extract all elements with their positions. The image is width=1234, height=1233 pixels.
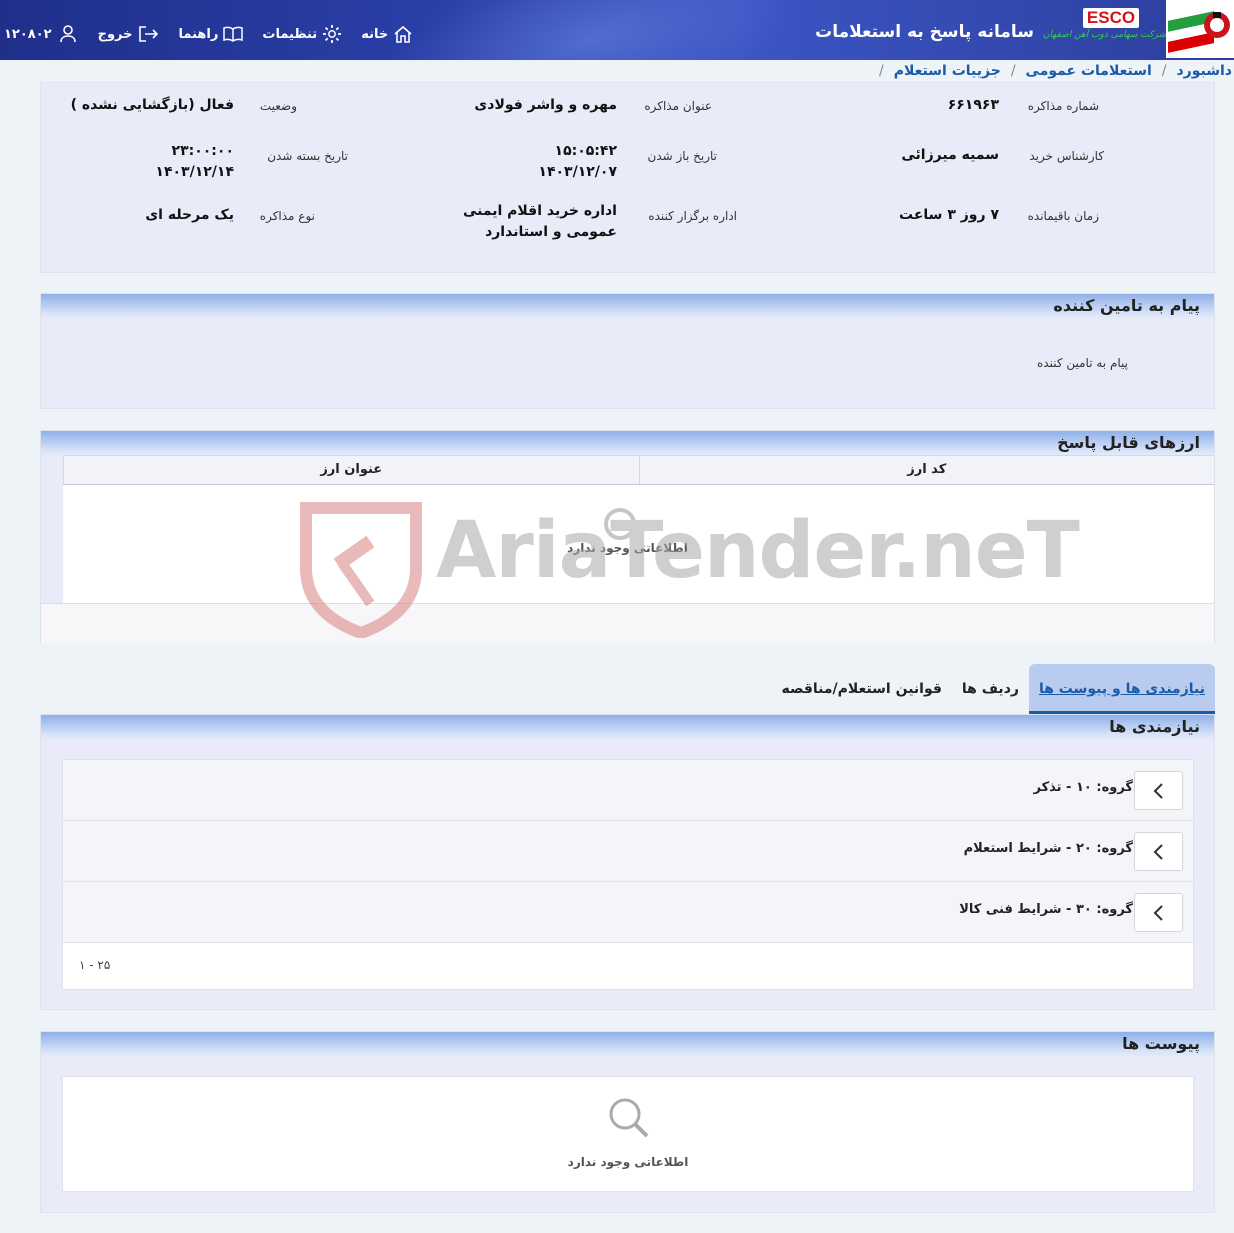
tab-requirements-attachments[interactable]: نیازمندی ها و پیوست ها	[1028, 664, 1215, 714]
open-date-label: تاریخ باز شدن	[647, 149, 717, 163]
buyer-label: کارشناس خرید	[1029, 149, 1104, 163]
type-label: نوع مذاکره	[259, 209, 315, 223]
breadcrumb-inquiry-details[interactable]: جزییات استعلام	[894, 63, 1001, 79]
supplier-message-panel: پیام به تامین کننده پیام به تامین کننده	[40, 293, 1215, 409]
inquiry-details-panel: شماره مذاکره ۶۶۱۹۶۳ کارشناس خرید سمیه می…	[40, 82, 1215, 273]
currencies-panel: ارزهای قابل پاسخ کد ارز عنوان ارز اطلاعا…	[40, 430, 1215, 643]
factory-emblem-icon	[1204, 12, 1230, 38]
company-logo	[1166, 0, 1234, 58]
book-icon	[223, 26, 244, 42]
open-time: ۱۵:۰۵:۴۲	[554, 143, 617, 159]
guide-label: راهنما	[178, 26, 219, 42]
user-menu[interactable]: ۱۲۰۸۰۲	[4, 24, 78, 44]
settings-link[interactable]: تنظیمات	[262, 23, 343, 45]
pager: ۱ - ۲۵	[63, 943, 1193, 989]
breadcrumb-public-inquiries[interactable]: استعلامات عمومی	[1026, 63, 1152, 79]
subject: مهره و واشر فولادی	[474, 97, 617, 113]
logout-icon	[138, 26, 158, 42]
user-icon	[59, 25, 76, 43]
pager-range: ۱ - ۲۵	[79, 958, 111, 972]
user-id: ۱۲۰۸۰۲	[4, 26, 52, 42]
group-label: گروه: ۳۰ - شرایط فنی کالا	[959, 902, 1133, 917]
top-bar: ESCO شرکت سهامی ذوب آهن اصفهان سامانه پا…	[0, 0, 1234, 60]
currencies-table-header: کد ارز عنوان ارز	[63, 455, 1214, 485]
remaining-time-label: زمان باقیمانده	[1027, 209, 1099, 223]
app-title: سامانه پاسخ به استعلامات	[815, 22, 1034, 42]
settings-label: تنظیمات	[262, 26, 318, 42]
list-item: گروه: ۱۰ - تذکر	[63, 760, 1193, 821]
currencies-title: ارزهای قابل پاسخ	[1057, 433, 1200, 452]
requirements-panel: نیازمندی ها گروه: ۱۰ - تذکر گروه: ۲۰ - ش…	[40, 714, 1215, 1010]
top-nav: ۱۲۰۸۰۲ خروج راهنما تنظیمات خانه	[0, 22, 414, 46]
attachments-list: اطلاعاتی وجود ندارد	[62, 1076, 1194, 1192]
breadcrumb-dashboard[interactable]: داشبورد	[1177, 63, 1233, 79]
chevron-left-icon	[1153, 904, 1163, 921]
close-date: ۱۴۰۳/۱۲/۱۴	[155, 164, 234, 180]
panel-header: پیام به تامین کننده	[41, 294, 1214, 320]
column-header-currency-title[interactable]: عنوان ارز	[63, 456, 639, 484]
breadcrumb: داشبورد / استعلامات عمومی / جزییات استعل…	[0, 60, 1234, 82]
breadcrumb-separator: /	[1010, 63, 1016, 79]
panel-header: پیوست ها	[41, 1032, 1214, 1058]
home-label: خانه	[361, 26, 389, 42]
expand-button[interactable]	[1134, 771, 1183, 810]
open-date: ۱۴۰۳/۱۲/۰۷	[538, 164, 617, 180]
guide-link[interactable]: راهنما	[179, 24, 245, 44]
negotiation-type: یک مرحله ای	[145, 207, 234, 223]
empty-state-text: اطلاعاتی وجود ندارد	[567, 541, 688, 555]
tab-rows[interactable]: ردیف ها	[952, 664, 1029, 714]
attachments-panel: پیوست ها اطلاعاتی وجود ندارد	[40, 1031, 1215, 1213]
group-label: گروه: ۲۰ - شرایط استعلام	[963, 841, 1133, 856]
supplier-message-field-label: پیام به تامین کننده	[1037, 356, 1128, 370]
remaining-time: ۷ روز ۳ ساعت	[899, 207, 999, 223]
list-item: گروه: ۳۰ - شرایط فنی کالا	[63, 882, 1193, 943]
search-icon	[609, 1098, 649, 1138]
gear-icon	[323, 25, 342, 43]
column-header-currency-code[interactable]: کد ارز	[638, 456, 1215, 484]
organizer-label: اداره برگزار کننده	[648, 209, 737, 223]
requirements-title: نیازمندی ها	[1109, 717, 1200, 736]
chevron-left-icon	[1153, 782, 1163, 799]
logout-link[interactable]: خروج	[98, 24, 159, 44]
close-date-label: تاریخ بسته شدن	[267, 149, 348, 163]
panel-header: نیازمندی ها	[41, 715, 1214, 741]
home-icon	[394, 25, 412, 43]
status-label: وضعیت	[259, 99, 297, 113]
breadcrumb-separator: /	[879, 63, 884, 79]
close-time: ۲۳:۰۰:۰۰	[171, 143, 234, 159]
status: فعال (بازگشایی نشده )	[70, 97, 234, 113]
panel-header: ارزهای قابل پاسخ	[41, 431, 1214, 457]
header-decoration	[367, 0, 813, 60]
list-item: گروه: ۲۰ - شرایط استعلام	[63, 821, 1193, 882]
negotiation-number: ۶۶۱۹۶۳	[947, 97, 999, 113]
currencies-table-body: اطلاعاتی وجود ندارد	[63, 485, 1214, 603]
expand-button[interactable]	[1134, 893, 1183, 932]
buyer-name: سمیه میرزائی	[901, 147, 999, 163]
requirements-list: گروه: ۱۰ - تذکر گروه: ۲۰ - شرایط استعلام…	[62, 759, 1194, 990]
logout-label: خروج	[97, 26, 133, 42]
table-footer	[41, 603, 1214, 643]
group-label: گروه: ۱۰ - تذکر	[1033, 780, 1133, 795]
organizer-line2: عمومی و استاندارد	[485, 224, 617, 240]
brand: ESCO شرکت سهامی ذوب آهن اصفهان	[1043, 8, 1166, 56]
attachments-title: پیوست ها	[1122, 1034, 1200, 1053]
subject-label: عنوان مذاکره	[644, 99, 712, 113]
tabs: نیازمندی ها و پیوست ها ردیف ها قوانین اس…	[771, 664, 1215, 714]
organizer-line1: اداره خرید اقلام ایمنی	[462, 203, 617, 219]
breadcrumb-separator: /	[1161, 63, 1167, 79]
tab-rules[interactable]: قوانین استعلام/مناقصه	[771, 664, 951, 714]
expand-button[interactable]	[1134, 832, 1183, 871]
home-link[interactable]: خانه	[361, 23, 414, 45]
brand-subtitle: شرکت سهامی ذوب آهن اصفهان	[1043, 30, 1166, 40]
brand-name: ESCO	[1082, 8, 1140, 28]
empty-state-text: اطلاعاتی وجود ندارد	[567, 1155, 689, 1169]
chevron-left-icon	[1153, 843, 1163, 860]
negotiation-number-label: شماره مذاکره	[1027, 99, 1099, 113]
supplier-message-title: پیام به تامین کننده	[1053, 296, 1200, 315]
